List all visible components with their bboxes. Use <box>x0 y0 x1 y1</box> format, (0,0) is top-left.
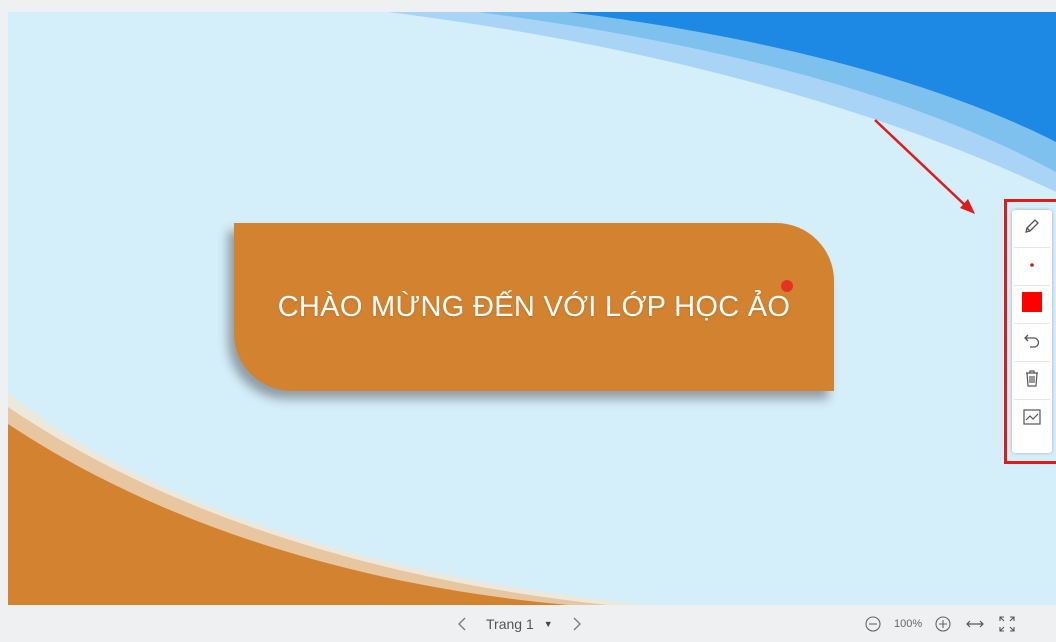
chart-icon <box>1022 407 1042 432</box>
caret-down-icon: ▼ <box>543 618 553 629</box>
bottom-bar: Trang 1 ▼ 100% <box>0 605 1056 642</box>
zoom-in-button[interactable] <box>932 613 954 635</box>
clear-button[interactable] <box>1014 362 1050 400</box>
slide-canvas: CHÀO MỪNG ĐẾN VỚI LỚP HỌC ẢO <box>8 12 1056 605</box>
page-select-dropdown[interactable]: Trang 1 ▼ <box>486 616 553 632</box>
brush-size-dot-icon <box>1023 255 1041 278</box>
undo-icon <box>1022 330 1042 355</box>
zoom-level: 100% <box>894 617 923 630</box>
color-picker-button[interactable] <box>1014 286 1050 324</box>
fullscreen-icon <box>999 615 1015 632</box>
pencil-icon <box>1023 217 1041 240</box>
chevron-right-icon <box>573 617 581 630</box>
zoom-in-icon <box>935 615 951 632</box>
laser-pointer-dot <box>781 280 793 292</box>
slide-title: CHÀO MỪNG ĐẾN VỚI LỚP HỌC ẢO <box>277 290 791 323</box>
color-swatch-icon <box>1021 291 1043 318</box>
undo-button[interactable] <box>1014 324 1050 362</box>
pager: Trang 1 ▼ <box>448 605 591 642</box>
zoom-controls: 100% <box>862 605 1018 642</box>
zoom-out-icon <box>865 615 881 632</box>
fit-width-icon <box>966 620 984 627</box>
trash-icon <box>1023 368 1041 393</box>
drawing-toolbar <box>1012 210 1052 453</box>
presentation-frame: CHÀO MỪNG ĐẾN VỚI LỚP HỌC ẢO Trang 1 ▼ 1… <box>0 0 1056 642</box>
previous-page-button[interactable] <box>448 610 476 638</box>
chevron-left-icon <box>458 617 466 630</box>
brush-size-button[interactable] <box>1014 248 1050 286</box>
page-label: Trang 1 <box>486 615 534 632</box>
fullscreen-button[interactable] <box>996 613 1018 635</box>
fit-width-button[interactable] <box>964 613 986 635</box>
chart-tool-button[interactable] <box>1014 400 1050 438</box>
pencil-tool-button[interactable] <box>1014 210 1050 248</box>
next-page-button[interactable] <box>563 610 591 638</box>
zoom-out-button[interactable] <box>862 613 884 635</box>
title-box: CHÀO MỪNG ĐẾN VỚI LỚP HỌC ẢO <box>234 223 834 391</box>
